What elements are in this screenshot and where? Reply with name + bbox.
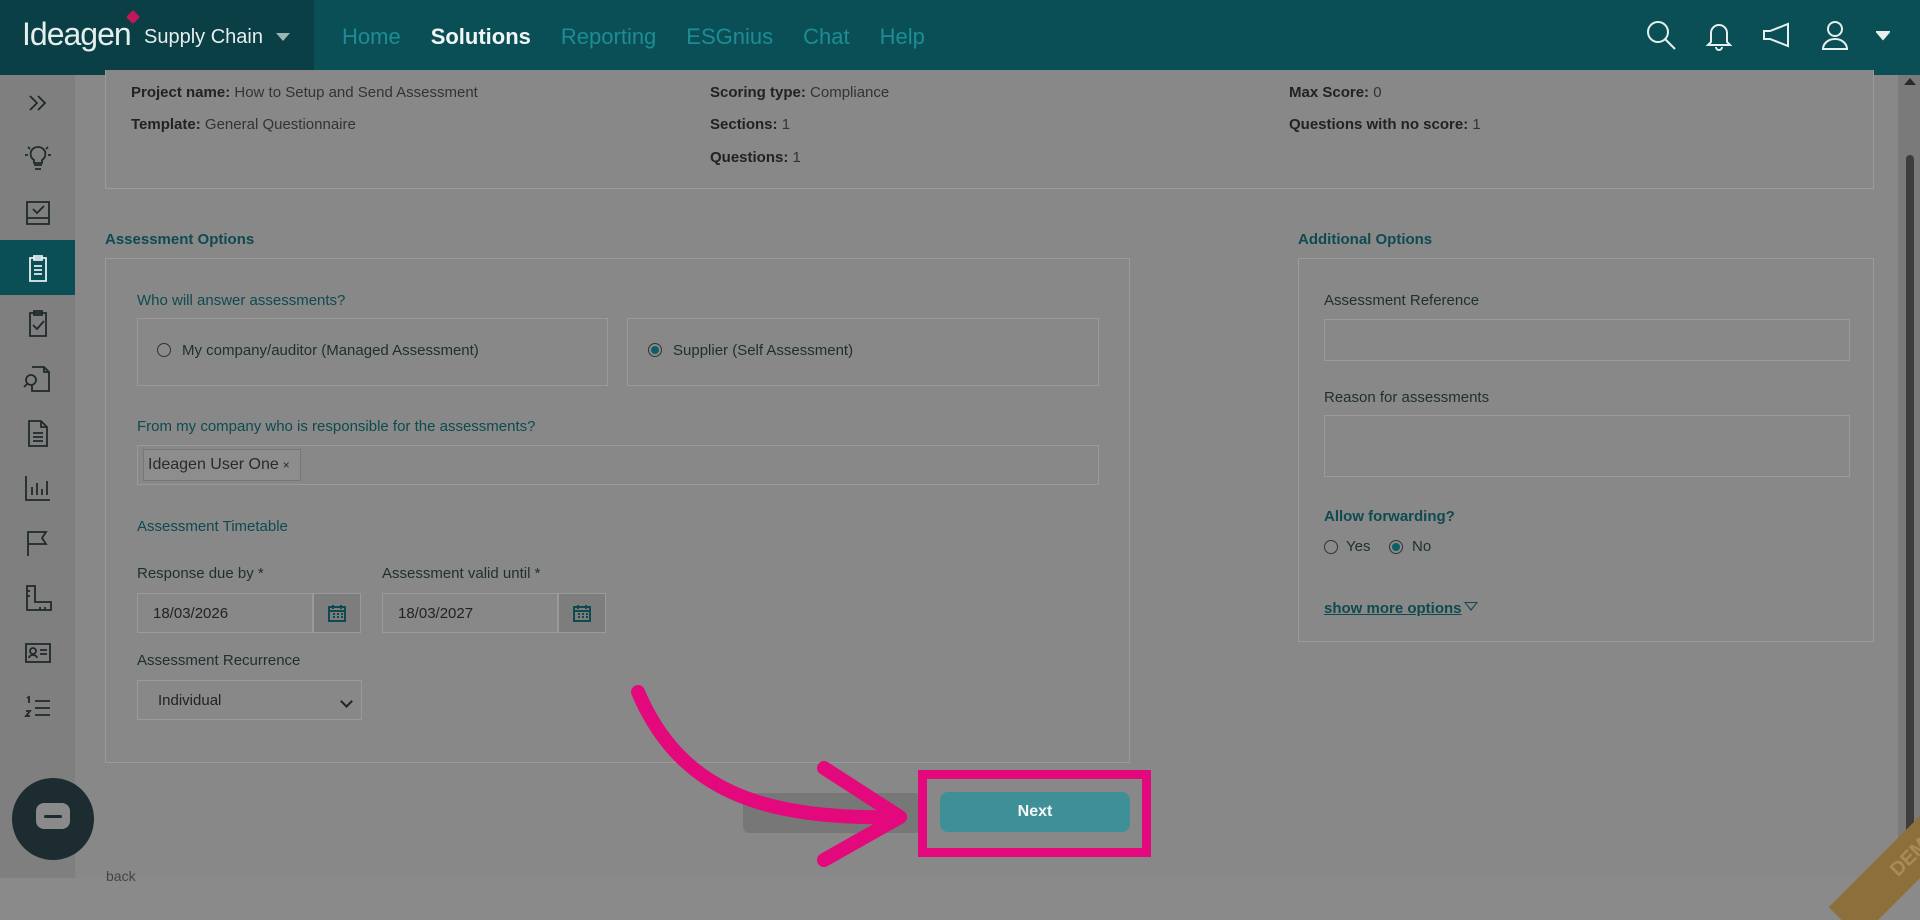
demo-badge: DEMO: [1828, 765, 1920, 920]
document-icon[interactable]: [0, 405, 75, 460]
bar-chart-icon[interactable]: [0, 460, 75, 515]
calendar-icon[interactable]: [558, 593, 606, 633]
response-due-label: Response due by *: [137, 565, 264, 582]
header-actions: [1644, 18, 1890, 52]
remove-tag-icon[interactable]: ×: [283, 458, 290, 472]
nav-reporting[interactable]: Reporting: [561, 24, 656, 50]
chat-widget-button[interactable]: [12, 778, 94, 860]
chat-icon-line: [44, 815, 62, 818]
responsible-label: From my company who is responsible for t…: [137, 418, 536, 435]
pointer-arrow-icon: [631, 685, 907, 867]
inbox-check-icon[interactable]: [0, 185, 75, 240]
nav-home[interactable]: Home: [342, 24, 401, 50]
nav-help[interactable]: Help: [880, 24, 925, 50]
recurrence-select[interactable]: Individual: [137, 680, 362, 720]
forwarding-no-radio[interactable]: [1389, 540, 1403, 554]
user-icon[interactable]: [1818, 18, 1852, 52]
allow-forwarding-label: Allow forwarding?: [1324, 508, 1455, 525]
recurrence-label: Assessment Recurrence: [137, 652, 301, 669]
questions-count: Questions: 1: [710, 149, 801, 166]
calendar-icon[interactable]: [313, 593, 361, 633]
additional-options-title: Additional Options: [1298, 231, 1433, 248]
demo-ribbon: DEMO: [1805, 760, 1920, 920]
main-nav: Home Solutions Reporting ESGnius Chat He…: [342, 24, 925, 50]
managed-assessment-radio[interactable]: [157, 343, 171, 357]
project-name: Project name: How to Setup and Send Asse…: [131, 84, 478, 101]
chevron-down-icon: [340, 695, 353, 708]
assessment-options-title: Assessment Options: [105, 231, 255, 248]
back-link[interactable]: back: [106, 868, 136, 884]
assessment-reference-label: Assessment Reference: [1324, 292, 1480, 309]
top-navbar: Ideagen Supply Chain Home Solutions Repo…: [0, 0, 1920, 75]
user-menu-chevron-icon[interactable]: [1876, 18, 1890, 52]
questions-no-score: Questions with no score: 1: [1289, 116, 1481, 133]
reason-textarea[interactable]: [1324, 415, 1850, 477]
template-name: Template: General Questionnaire: [131, 116, 356, 133]
bell-icon[interactable]: [1702, 18, 1736, 52]
who-answers-label: Who will answer assessments?: [137, 292, 346, 309]
assessment-reference-input[interactable]: [1324, 319, 1850, 361]
id-card-icon[interactable]: [0, 625, 75, 680]
ruler-icon[interactable]: [0, 570, 75, 625]
flag-icon[interactable]: [0, 515, 75, 570]
chevron-down-icon[interactable]: [1464, 602, 1478, 611]
show-more-options-link[interactable]: show more options: [1324, 600, 1462, 617]
self-assessment-label: Supplier (Self Assessment): [673, 342, 854, 359]
expand-sidebar-icon[interactable]: [0, 75, 75, 130]
scroll-up-icon[interactable]: [1904, 78, 1916, 85]
ideagen-logo: Ideagen: [22, 16, 132, 52]
clipboard-list-icon[interactable]: [0, 240, 75, 295]
sidebar: [0, 75, 75, 878]
numbered-list-icon[interactable]: [0, 680, 75, 735]
valid-until-input[interactable]: 18/03/2027: [382, 593, 558, 633]
document-search-icon[interactable]: [0, 350, 75, 405]
nav-chat[interactable]: Chat: [803, 24, 849, 50]
nav-solutions[interactable]: Solutions: [431, 24, 531, 50]
scoring-type: Scoring type: Compliance: [710, 84, 890, 101]
responsible-user-tag: Ideagen User One ×: [143, 449, 301, 481]
highlight-frame: [918, 770, 1151, 857]
nav-esgnius[interactable]: ESGnius: [686, 24, 773, 50]
valid-until-label: Assessment valid until *: [382, 565, 541, 582]
response-due-input[interactable]: 18/03/2026: [137, 593, 313, 633]
timetable-label: Assessment Timetable: [137, 518, 288, 535]
recurrence-value: Individual: [158, 692, 222, 709]
self-assessment-radio[interactable]: [648, 343, 662, 357]
managed-assessment-label: My company/auditor (Managed Assessment): [182, 342, 479, 359]
product-name: Supply Chain: [144, 26, 263, 48]
clipboard-check-icon[interactable]: [0, 295, 75, 350]
responsible-user-name: Ideagen User One: [148, 456, 279, 473]
brand-switcher[interactable]: Ideagen Supply Chain: [0, 0, 314, 75]
lightbulb-icon[interactable]: [0, 130, 75, 185]
reason-label: Reason for assessments: [1324, 389, 1490, 406]
search-icon[interactable]: [1644, 18, 1678, 52]
forwarding-yes-label: Yes: [1346, 538, 1371, 555]
scrollbar-thumb[interactable]: [1906, 155, 1914, 855]
sections-count: Sections: 1: [710, 116, 791, 133]
forwarding-yes-radio[interactable]: [1324, 540, 1338, 554]
forwarding-no-label: No: [1412, 538, 1432, 555]
megaphone-icon[interactable]: [1760, 18, 1794, 52]
chevron-down-icon[interactable]: [276, 33, 290, 41]
max-score: Max Score: 0: [1289, 84, 1382, 101]
